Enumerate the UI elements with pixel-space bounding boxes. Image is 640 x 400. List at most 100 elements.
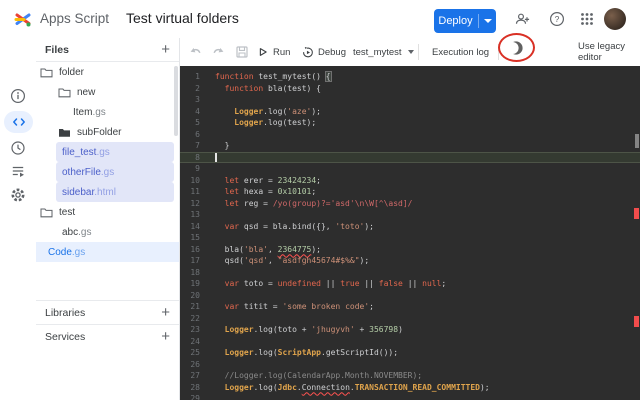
code-line[interactable]: 18 [180, 267, 640, 279]
undo-icon[interactable] [188, 44, 204, 60]
line-number: 14 [190, 221, 200, 231]
add-service-button[interactable]: + [161, 329, 170, 344]
function-selector[interactable]: test_mytest [353, 38, 414, 66]
files-scrollbar[interactable] [174, 66, 178, 136]
editor-toolbar: Run Debug test_mytest Execution log Use … [180, 38, 640, 66]
file-tree-item[interactable]: new [36, 82, 179, 102]
folder-icon [40, 207, 53, 218]
code-line[interactable]: 17 qsd('qsd', "asdfgh45674#$%&"); [180, 255, 640, 267]
code-line[interactable]: 7 } [180, 140, 640, 152]
code-line[interactable]: 3 [180, 94, 640, 106]
file-tree-item[interactable]: Code.gs [36, 242, 179, 262]
code-line[interactable]: 22 [180, 313, 640, 325]
code-line[interactable]: 20 [180, 290, 640, 302]
file-tree-item[interactable]: sidebar.html [56, 182, 174, 202]
code-line[interactable]: 12 let reg = /yo(group)?='asd'\n\W[^\asd… [180, 198, 640, 210]
code-line[interactable]: 6 [180, 129, 640, 141]
file-tree-item[interactable]: otherFile.gs [56, 162, 174, 182]
add-library-button[interactable]: + [161, 305, 170, 320]
settings-gear-icon[interactable] [10, 187, 26, 203]
file-tree-item[interactable]: Item.gs [36, 102, 179, 122]
code-line[interactable]: 23 Logger.log(toto + 'jhugyvh' + 356798) [180, 324, 640, 336]
triggers-clock-icon[interactable] [10, 140, 26, 156]
code-line[interactable]: 2 function bla(test) { [180, 83, 640, 95]
libraries-section[interactable]: Libraries + [36, 300, 179, 324]
files-header: Files + [36, 38, 179, 62]
overview-info-icon[interactable] [10, 88, 26, 104]
code-line[interactable]: 15 [180, 232, 640, 244]
folder-filled-icon [58, 127, 71, 138]
file-extension: .gs [96, 146, 110, 158]
product-name: Apps Script [40, 11, 110, 26]
code-line[interactable]: 5 Logger.log(test); [180, 117, 640, 129]
run-label: Run [273, 46, 291, 58]
function-selector-label: test_mytest [353, 46, 402, 58]
use-legacy-editor-button[interactable]: Use legacy editor [578, 38, 640, 66]
line-number: 15 [190, 233, 200, 242]
code-line[interactable]: 21 var titit = 'some broken code'; [180, 301, 640, 313]
file-label: Item.gs [73, 106, 106, 118]
code-editor[interactable]: 1 function test_mytest() {2 function bla(… [180, 66, 640, 400]
code-line[interactable]: 19 var toto = undefined || true || false… [180, 278, 640, 290]
services-label: Services [45, 330, 86, 343]
files-title: Files [45, 43, 69, 56]
line-number: 4 [195, 106, 200, 116]
code-line[interactable]: 9 [180, 163, 640, 175]
file-extension: .gs [92, 106, 106, 118]
debug-button[interactable]: Debug [301, 38, 346, 66]
line-number: 21 [190, 302, 200, 311]
deploy-button[interactable]: Deploy [434, 9, 496, 33]
user-avatar[interactable] [604, 8, 626, 30]
apps-grid-icon[interactable] [579, 11, 595, 27]
line-number: 10 [190, 175, 200, 185]
code-line[interactable]: 16 bla('bla', 2364775); [180, 244, 640, 256]
line-number: 9 [195, 164, 200, 173]
executions-list-icon[interactable] [10, 163, 26, 179]
code-line[interactable]: 14 var qsd = bla.bind({}, 'toto'); [180, 221, 640, 233]
code-line[interactable]: 10 let erer = 23424234; [180, 175, 640, 187]
file-label: new [77, 86, 96, 98]
file-tree-item[interactable]: abc.gs [36, 222, 179, 242]
code-line[interactable]: 8 [180, 151, 640, 163]
line-number: 3 [195, 95, 200, 104]
run-button[interactable]: Run [256, 38, 290, 66]
save-icon[interactable] [234, 44, 250, 60]
line-number: 26 [190, 359, 200, 369]
help-icon[interactable]: ? [549, 11, 565, 27]
line-number: 24 [190, 336, 200, 346]
line-number: 19 [190, 279, 200, 288]
code-line[interactable]: 26 [180, 359, 640, 371]
file-label: abc.gs [62, 226, 92, 238]
line-number: 2 [195, 83, 200, 93]
debug-label: Debug [318, 46, 346, 58]
dark-mode-moon-icon[interactable] [508, 40, 524, 56]
project-title[interactable]: Test virtual folders [126, 10, 239, 26]
code-line[interactable]: 27 //Logger.log(CalendarApp.Month.NOVEMB… [180, 370, 640, 382]
file-tree-item[interactable]: folder [36, 62, 179, 82]
line-number: 20 [190, 290, 200, 300]
file-tree-item[interactable]: subFolder [36, 122, 179, 142]
editor-scrollbar-thumb[interactable] [635, 134, 639, 148]
add-collaborator-icon[interactable] [514, 11, 530, 27]
editor-nav-active-pill[interactable] [4, 111, 33, 133]
services-section[interactable]: Services + [36, 324, 179, 348]
file-tree-item[interactable]: test [36, 202, 179, 222]
line-number: 12 [190, 198, 200, 208]
code-line[interactable]: 24 [180, 336, 640, 348]
code-line[interactable]: 13 [180, 209, 640, 221]
code-line[interactable]: 4 Logger.log('aze'); [180, 106, 640, 118]
code-line[interactable]: 1 function test_mytest() { [180, 71, 640, 83]
file-tree-item[interactable]: file_test.gs [56, 142, 174, 162]
header: Apps Script Test virtual folders Deploy … [0, 0, 640, 38]
redo-icon[interactable] [210, 44, 226, 60]
code-line[interactable]: 28 Logger.log(Jdbc.Connection.TRANSACTIO… [180, 382, 640, 394]
files-panel: Files + folder new Item.gs subFolder file_te… [36, 38, 180, 400]
line-number: 11 [190, 187, 200, 196]
code-line[interactable]: 11 let hexa = 0x10101; [180, 186, 640, 198]
file-label: otherFile.gs [62, 166, 115, 178]
execution-log-label: Execution log [432, 46, 490, 58]
execution-log-button[interactable]: Execution log [432, 38, 489, 66]
code-line[interactable]: 29 [180, 393, 640, 400]
add-file-button[interactable]: + [161, 42, 170, 57]
code-line[interactable]: 25 Logger.log(ScriptApp.getScriptId()); [180, 347, 640, 359]
